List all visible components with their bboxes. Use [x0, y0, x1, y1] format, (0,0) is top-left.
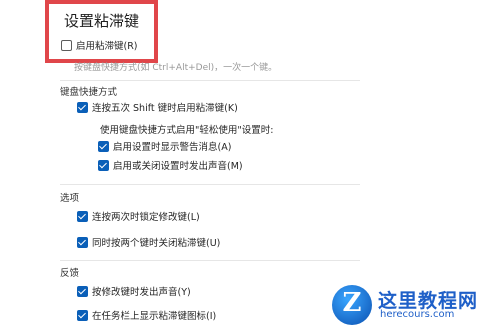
toggle-sound-checkbox[interactable] — [98, 160, 109, 171]
two-keys-off-checkbox[interactable] — [77, 237, 88, 248]
divider — [60, 80, 360, 81]
divider — [60, 184, 360, 185]
description-text: 按键盘快捷方式(如 Ctrl+Alt+Del)，一次一个键。 — [74, 63, 278, 73]
two-keys-off-label: 同时按两个键时关闭粘滞键(U) — [92, 238, 221, 249]
modifier-beep-label: 按修改键时发出声音(Y) — [92, 287, 191, 298]
page-title: 设置粘滞键 — [64, 12, 140, 30]
section-title-feedback: 反馈 — [60, 268, 80, 279]
enable-sticky-keys-checkbox[interactable] — [61, 40, 72, 51]
enable-sticky-keys-label: 启用粘滞键(R) — [76, 41, 138, 52]
toggle-sound-label: 启用或关闭设置时发出声音(M) — [113, 161, 243, 172]
section-title-shortcut: 键盘快捷方式 — [60, 87, 118, 98]
lock-modifier-label: 连按两次时锁定修改键(L) — [92, 212, 200, 223]
taskbar-icon-checkbox[interactable] — [77, 310, 88, 321]
shift-five-times-checkbox[interactable] — [77, 102, 88, 113]
shift-five-times-label: 连按五次 Shift 键时启用粘滞键(K) — [92, 103, 238, 114]
watermark-url: herecours.com — [380, 309, 455, 320]
lock-modifier-checkbox[interactable] — [77, 211, 88, 222]
shortcut-sub-heading: 使用键盘快捷方式启用"轻松使用"设置时: — [100, 125, 274, 136]
watermark-letter: Z — [342, 288, 362, 318]
section-title-options: 选项 — [60, 193, 80, 204]
warning-message-label: 启用设置时显示警告消息(A) — [113, 142, 232, 153]
divider — [60, 260, 360, 261]
warning-message-checkbox[interactable] — [98, 141, 109, 152]
modifier-beep-checkbox[interactable] — [77, 286, 88, 297]
watermark-logo-icon: Z — [332, 285, 372, 325]
taskbar-icon-label: 在任务栏上显示粘滞键图标(I) — [92, 311, 217, 322]
